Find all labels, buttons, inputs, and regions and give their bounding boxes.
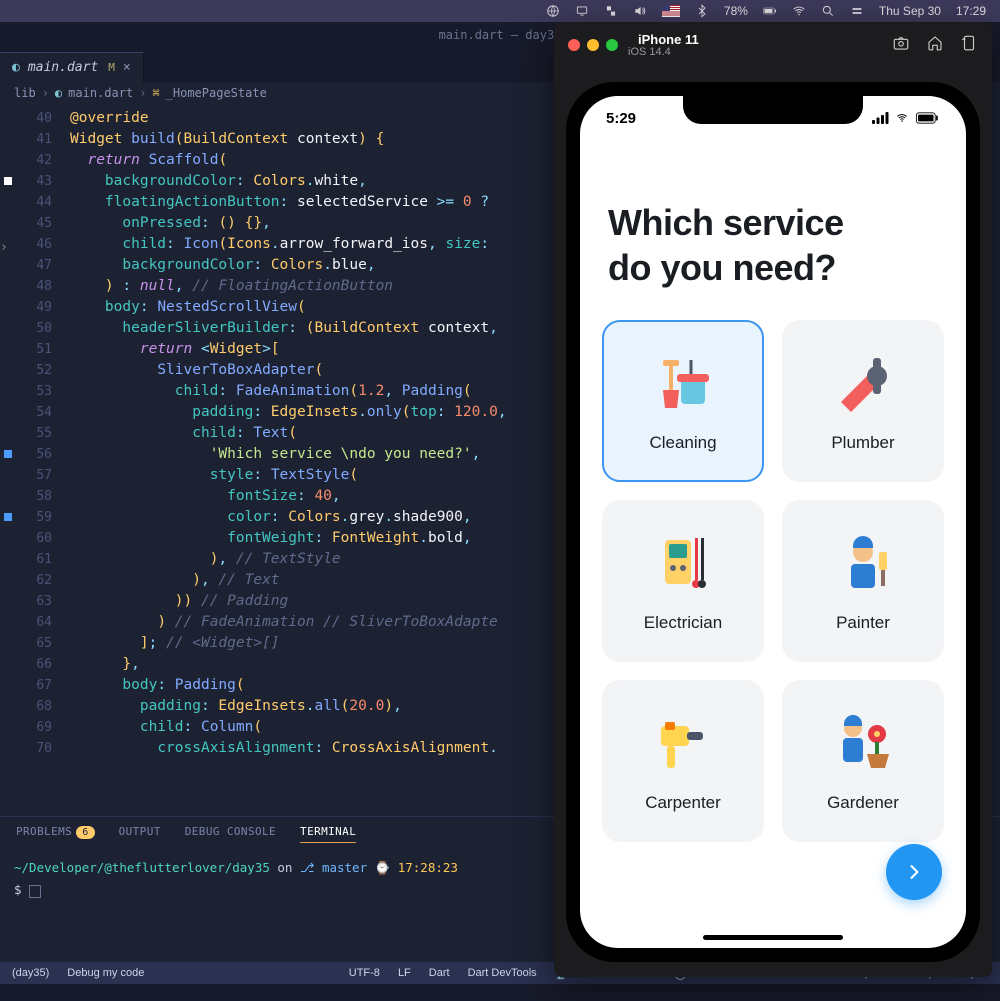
carpenter-icon <box>648 709 718 779</box>
service-label: Cleaning <box>649 433 716 453</box>
wifi-icon <box>894 112 910 124</box>
services-grid: Cleaning Plumber Electrician Painter Carpent… <box>580 320 966 842</box>
home-icon[interactable] <box>926 34 944 56</box>
menubar-time: 17:29 <box>956 4 986 18</box>
page-title: Which servicedo you need? <box>580 140 966 320</box>
tab-terminal[interactable]: TERMINAL <box>300 825 356 843</box>
status-eol[interactable]: LF <box>398 967 411 979</box>
tab-close-icon[interactable]: × <box>123 60 131 75</box>
rotate-icon[interactable] <box>960 34 978 56</box>
battery-percent: 78% <box>724 4 748 18</box>
cleaning-icon <box>648 349 718 419</box>
terminal-branch: master <box>322 860 367 875</box>
breadcrumb-file[interactable]: main.dart <box>68 86 133 100</box>
breadcrumb-folder[interactable]: lib <box>14 86 36 100</box>
breadcrumb-symbol[interactable]: _HomePageState <box>166 86 267 100</box>
macos-menubar: 78% Thu Sep 30 17:29 <box>0 0 1000 22</box>
tab-debug-console[interactable]: DEBUG CONSOLE <box>185 825 276 843</box>
bluetooth-icon <box>695 4 709 18</box>
electrician-icon <box>648 529 718 599</box>
service-label: Painter <box>836 613 890 633</box>
traffic-lights <box>568 39 618 51</box>
terminal-cwd: ~/Developer/@theflutterlover/day35 <box>14 860 270 875</box>
display-icon <box>575 4 589 18</box>
battery-icon <box>915 112 940 124</box>
line-gutter: › 40414243444546474849505152535455565758… <box>0 104 70 816</box>
simulator-os: iOS 14.4 <box>628 47 699 58</box>
service-card-plumber[interactable]: Plumber <box>782 320 944 482</box>
notch <box>683 96 863 124</box>
gutter-marker-icon <box>4 450 12 458</box>
next-button[interactable] <box>886 844 942 900</box>
tab-output[interactable]: OUTPUT <box>119 825 161 843</box>
tab-modified-indicator: M <box>108 61 115 74</box>
painter-icon <box>828 529 898 599</box>
service-label: Carpenter <box>645 793 721 813</box>
service-label: Plumber <box>831 433 894 453</box>
status-branch[interactable]: (day35) <box>12 967 49 979</box>
ios-simulator-window: iPhone 11 iOS 14.4 5:29 Which servicedo … <box>554 22 992 977</box>
status-devtools[interactable]: Dart DevTools <box>468 967 537 979</box>
screenshot-icon[interactable] <box>892 34 910 56</box>
chevron-right-icon[interactable]: › <box>0 240 8 255</box>
service-card-electrician[interactable]: Electrician <box>602 500 764 662</box>
dock-icon <box>604 4 618 18</box>
chevron-right-icon: › <box>139 86 146 100</box>
simulator-titlebar: iPhone 11 iOS 14.4 <box>554 22 992 67</box>
gardener-icon <box>828 709 898 779</box>
class-icon: ⌘ <box>152 86 159 100</box>
zoom-icon[interactable] <box>606 39 618 51</box>
wifi-icon <box>792 4 806 18</box>
phone-frame: 5:29 Which servicedo you need? Cleaning P… <box>566 82 980 962</box>
dart-file-icon: ◐ <box>12 60 20 75</box>
menubar-date: Thu Sep 30 <box>879 4 941 18</box>
problems-badge: 6 <box>76 826 94 839</box>
spotlight-icon <box>821 4 835 18</box>
close-icon[interactable] <box>568 39 580 51</box>
status-debug[interactable]: Debug my code <box>67 967 144 979</box>
service-label: Gardener <box>827 793 899 813</box>
plumber-icon <box>828 349 898 419</box>
volume-icon <box>633 4 647 18</box>
globe-icon <box>546 4 560 18</box>
chevron-right-icon: › <box>42 86 49 100</box>
editor-tab-main[interactable]: ◐ main.dart M × <box>0 52 144 82</box>
service-label: Electrician <box>644 613 722 633</box>
terminal-cursor <box>29 885 41 898</box>
phone-screen[interactable]: 5:29 Which servicedo you need? Cleaning P… <box>580 96 966 948</box>
gutter-marker-icon <box>4 513 12 521</box>
battery-icon <box>763 4 777 18</box>
home-indicator[interactable] <box>703 935 843 940</box>
status-language[interactable]: Dart <box>429 967 450 979</box>
terminal-time: 17:28:23 <box>398 860 458 875</box>
control-center-icon <box>850 4 864 18</box>
terminal-prompt: $ <box>14 882 22 897</box>
window-title: main.dart — day35 <box>439 28 562 42</box>
service-card-gardener[interactable]: Gardener <box>782 680 944 842</box>
flag-icon <box>662 5 680 17</box>
service-card-carpenter[interactable]: Carpenter <box>602 680 764 842</box>
simulator-device-name: iPhone 11 <box>638 32 699 47</box>
dart-file-icon: ◐ <box>55 86 62 100</box>
chevron-right-icon <box>904 862 924 882</box>
tab-problems[interactable]: PROBLEMS6 <box>16 825 95 843</box>
tab-filename: main.dart <box>28 60 98 75</box>
service-card-cleaning[interactable]: Cleaning <box>602 320 764 482</box>
ios-time: 5:29 <box>606 110 636 127</box>
gutter-bookmark-icon <box>4 177 12 185</box>
minimize-icon[interactable] <box>587 39 599 51</box>
status-encoding[interactable]: UTF-8 <box>349 967 380 979</box>
signal-icon <box>872 112 889 124</box>
service-card-painter[interactable]: Painter <box>782 500 944 662</box>
